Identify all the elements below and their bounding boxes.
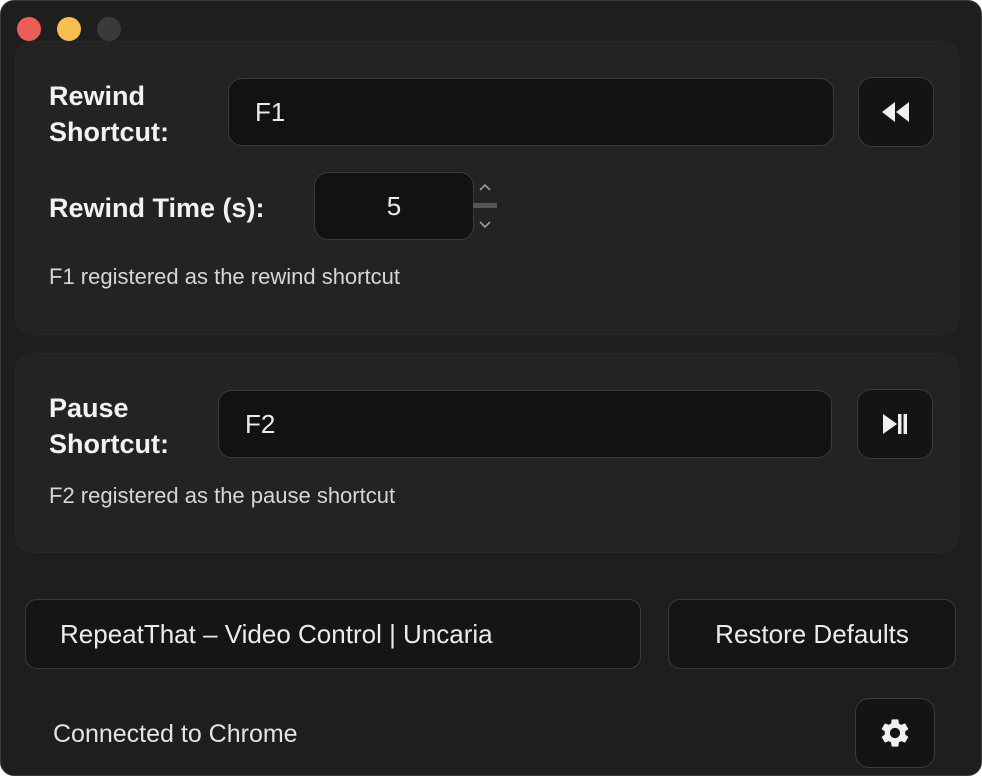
rewind-shortcut-label: Rewind Shortcut: bbox=[49, 81, 169, 147]
pause-shortcut-label: Pause Shortcut: bbox=[49, 393, 169, 459]
restore-defaults-button[interactable]: Restore Defaults bbox=[668, 599, 956, 669]
rewind-time-label: Rewind Time (s): bbox=[49, 193, 265, 223]
rewind-shortcut-field[interactable]: F1 bbox=[228, 78, 834, 146]
rewind-time-input[interactable]: 5 bbox=[314, 172, 474, 240]
rewind-icon bbox=[882, 102, 909, 122]
gear-icon bbox=[881, 719, 909, 747]
pause-status-text: F2 registered as the pause shortcut bbox=[49, 483, 396, 508]
zoom-window-button[interactable] bbox=[97, 17, 121, 41]
stepper-up-icon[interactable] bbox=[479, 183, 491, 191]
pause-shortcut-field[interactable]: F2 bbox=[218, 390, 832, 458]
rewind-time-stepper[interactable] bbox=[473, 172, 499, 240]
close-window-button[interactable] bbox=[17, 17, 41, 41]
rewind-test-button[interactable] bbox=[858, 77, 934, 147]
connection-status-text: Connected to Chrome bbox=[53, 720, 298, 748]
play-pause-icon bbox=[883, 414, 907, 434]
play-pause-test-button[interactable] bbox=[857, 389, 933, 459]
settings-button[interactable] bbox=[855, 698, 935, 768]
stepper-down-icon[interactable] bbox=[479, 221, 491, 229]
rewind-status-text: F1 registered as the rewind shortcut bbox=[49, 264, 400, 289]
app-info-link-button[interactable]: RepeatThat – Video Control | Uncaria bbox=[25, 599, 641, 669]
app-window: Rewind Shortcut: F1 Rewind Time (s): 5 F… bbox=[0, 0, 982, 776]
minimize-window-button[interactable] bbox=[57, 17, 81, 41]
stepper-divider bbox=[473, 203, 497, 208]
